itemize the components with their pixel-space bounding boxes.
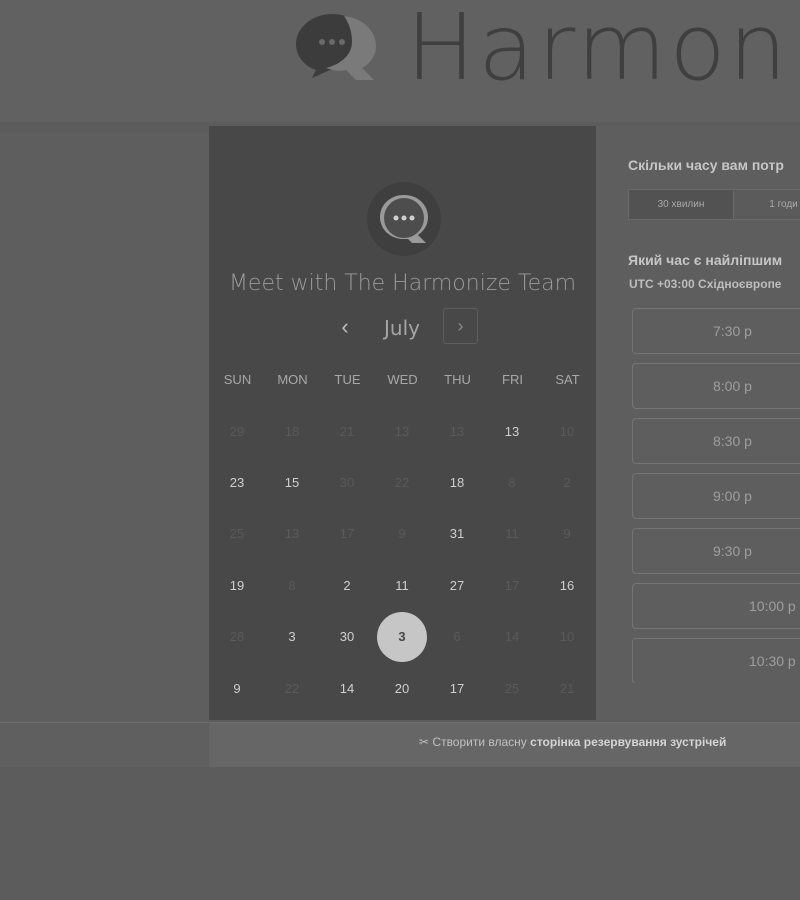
calendar-day: 30 (339, 475, 355, 490)
calendar-day[interactable]: 3 (267, 612, 317, 662)
calendar-day[interactable]: 27 (432, 561, 482, 611)
footer-link[interactable]: ✂ Створити власну сторінка резервування … (419, 735, 726, 749)
footer: ✂ Створити власну сторінка резервування … (209, 722, 800, 767)
calendar-day: 18 (284, 424, 300, 439)
calendar-day[interactable]: 17 (432, 664, 482, 714)
time-slot-button[interactable]: 9:00 p (632, 473, 800, 519)
calendar-day: 11 (505, 526, 519, 541)
brand-name: Harmoni (406, 0, 800, 101)
calendar-day: 10 (559, 424, 575, 439)
harmonize-logo-icon (296, 14, 376, 80)
calendar-day[interactable]: 16 (542, 561, 592, 611)
calendar-day: 13 (394, 424, 410, 439)
calendar-day[interactable]: 18 (432, 458, 482, 508)
calendar-day: 22 (394, 475, 410, 490)
calendar-day[interactable]: 20 (377, 664, 427, 714)
calendar-day[interactable]: 31 (432, 509, 482, 559)
calendar-day: 25 (229, 526, 245, 541)
time-slot-button[interactable]: 10:30 p (632, 638, 800, 683)
time-slot-button[interactable]: 9:30 p (632, 528, 800, 574)
calendar-day: 21 (339, 424, 355, 439)
calendar-day: 9 (563, 526, 571, 541)
scissors-icon: ✂ (419, 735, 430, 749)
calendar-day: 17 (339, 526, 355, 541)
header: Harmoni (0, 0, 800, 122)
calendar-day[interactable]: 2 (322, 561, 372, 611)
calendar-day: 6 (453, 629, 461, 644)
calendar-day: 22 (284, 681, 300, 696)
calendar-day[interactable]: 19 (212, 561, 262, 611)
calendar-day[interactable]: 13 (487, 407, 537, 457)
footer-link-text[interactable]: сторінка резервування зустрічей (530, 735, 726, 749)
calendar-day: 8 (508, 475, 516, 490)
calendar-day: 25 (504, 681, 520, 696)
time-slot-button[interactable]: 8:30 p (632, 418, 800, 464)
calendar-day: 9 (398, 526, 406, 541)
calendar-day[interactable]: 30 (322, 612, 372, 662)
time-slot-button[interactable]: 10:00 p (632, 583, 800, 629)
calendar-day: 13 (449, 424, 465, 439)
left-gutter (0, 133, 209, 723)
calendar-day: 28 (229, 629, 245, 644)
calendar-day[interactable]: 15 (267, 458, 317, 508)
calendar-day[interactable]: 9 (212, 664, 262, 714)
booking-panel: Скільки часу вам потр 30 хвилин 1 годи Я… (596, 126, 800, 720)
calendar-day: 17 (504, 578, 520, 593)
calendar-day: 10 (559, 629, 575, 644)
calendar-day: 29 (229, 424, 245, 439)
calendar-day: 13 (284, 526, 300, 541)
bottom-left-bar (0, 722, 209, 767)
calendar-day[interactable]: 23 (212, 458, 262, 508)
calendar-day[interactable]: 11 (377, 561, 427, 611)
calendar-day: 2 (563, 475, 571, 490)
calendar-grid: 29 18 21 13 13 13 10 23 15 30 22 18 8 2 25 13 17 9 31 11 9 19… (209, 126, 596, 720)
time-slot-list: 7:30 p 8:00 p 8:30 p 9:00 p 9:30 p 10:00 p 10:… (596, 126, 800, 683)
time-slot-button[interactable]: 7:30 p (632, 308, 800, 354)
calendar-day-selected[interactable]: 3 (377, 612, 427, 662)
time-slot-button[interactable]: 8:00 p (632, 363, 800, 409)
calendar-day: 21 (559, 681, 575, 696)
footer-prefix: Створити власну (432, 735, 531, 749)
calendar-day: 14 (504, 629, 520, 644)
calendar-day: 8 (288, 578, 296, 593)
calendar-panel: Meet with The Harmonize Team ‹ July › SU… (209, 126, 596, 720)
calendar-day[interactable]: 14 (322, 664, 372, 714)
